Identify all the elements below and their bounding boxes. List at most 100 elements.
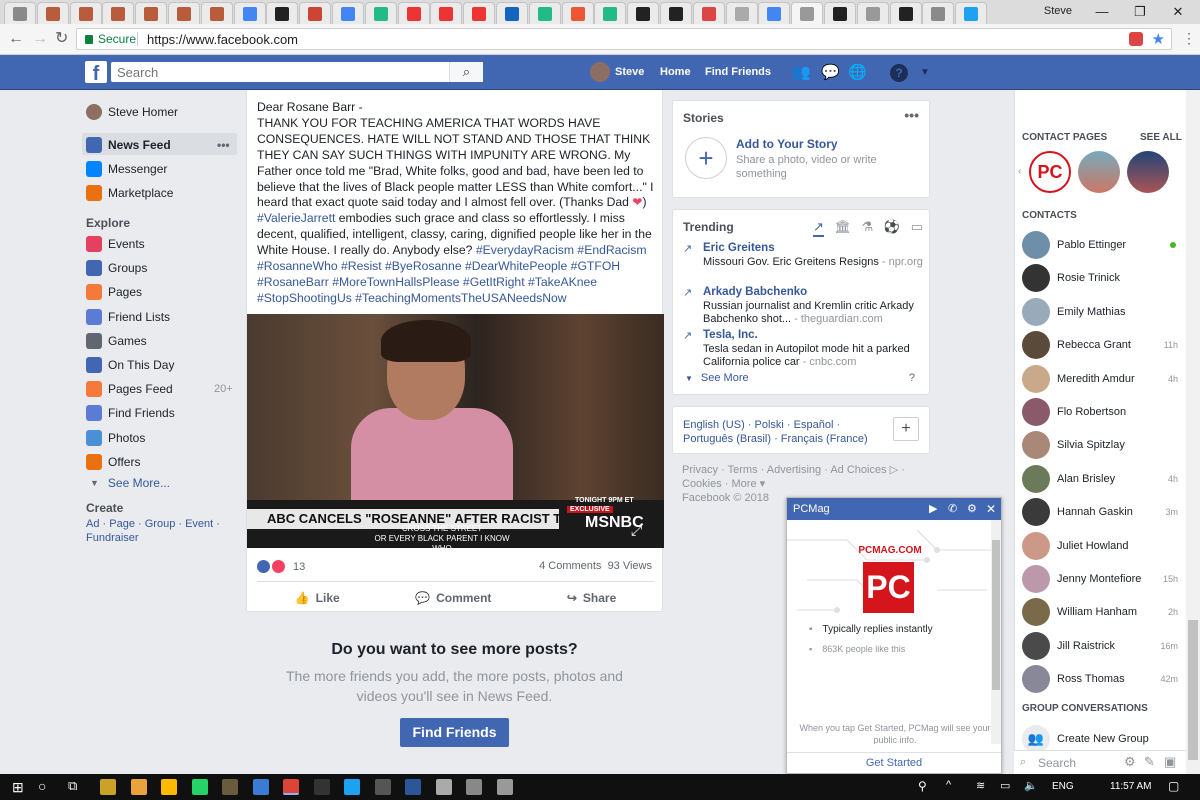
hashtag-link[interactable]: #ValerieJarrett: [257, 211, 335, 225]
find-friends-button[interactable]: Find Friends: [400, 718, 509, 747]
taskbar-app-icon[interactable]: [161, 779, 177, 795]
video-fullscreen-icon[interactable]: ⤢: [631, 522, 642, 539]
search-icon[interactable]: ⌕: [449, 62, 483, 82]
profile-link[interactable]: Steve: [615, 66, 644, 78]
task-view-icon[interactable]: ⧉: [68, 778, 77, 794]
sidebar-item-events[interactable]: Events: [86, 236, 145, 252]
extension-icon[interactable]: [1129, 32, 1143, 46]
taskbar-app-icon[interactable]: [496, 779, 513, 795]
browser-tab[interactable]: [627, 2, 660, 24]
cortana-search-icon[interactable]: ○: [38, 778, 46, 794]
notifications-globe-icon[interactable]: 🌐: [848, 64, 867, 82]
browser-tab[interactable]: [496, 2, 528, 24]
browser-tab[interactable]: [758, 2, 791, 24]
browser-tab[interactable]: [200, 2, 233, 24]
help-icon[interactable]: ?: [890, 64, 908, 82]
browser-tab[interactable]: [791, 2, 824, 24]
pcmag-page-avatar[interactable]: PC: [1029, 151, 1071, 193]
entertainment-icon[interactable]: ▭: [911, 219, 923, 237]
language-line-1[interactable]: English (US) · Polski · Español ·: [683, 419, 840, 431]
browser-tab[interactable]: [594, 2, 627, 24]
wifi-icon[interactable]: ≋: [976, 779, 985, 792]
taskbar-app-icon[interactable]: [222, 779, 238, 795]
taskbar-app-icon[interactable]: [405, 779, 421, 795]
omnibox[interactable]: Secure https://www.facebook.com ★: [76, 28, 1172, 50]
trending-topic[interactable]: Eric Greitens: [683, 242, 923, 256]
taskbar-app-icon[interactable]: [283, 779, 299, 795]
url-text[interactable]: https://www.facebook.com: [147, 32, 298, 47]
home-link[interactable]: Home: [660, 66, 691, 78]
bookmark-star-icon[interactable]: ★: [1152, 30, 1165, 48]
messenger-icon[interactable]: 💬: [821, 64, 840, 82]
taskbar-app-icon[interactable]: [130, 779, 147, 795]
account-menu-chevron-icon[interactable]: ▼: [916, 64, 934, 82]
add-story-link[interactable]: Add to Your Story: [736, 137, 838, 151]
contact-item[interactable]: Pablo Ettinger: [1022, 231, 1178, 259]
browser-tab[interactable]: [692, 2, 725, 24]
create-fundraiser-link[interactable]: Fundraiser: [86, 532, 139, 544]
facebook-logo[interactable]: f: [85, 61, 107, 83]
trending-item[interactable]: ↗ Tesla, Inc. Tesla sedan in Autopilot mod…: [683, 329, 923, 370]
find-friends-link[interactable]: Find Friends: [705, 66, 771, 78]
browser-tab[interactable]: [4, 2, 36, 24]
sidebar-search-input[interactable]: Search: [1038, 756, 1076, 770]
add-language-button[interactable]: +: [893, 417, 919, 441]
browser-tab[interactable]: [528, 2, 561, 24]
browser-tab[interactable]: [561, 2, 594, 24]
phone-icon[interactable]: ✆: [948, 498, 957, 520]
comment-button[interactable]: 💬 Comment: [415, 591, 491, 605]
chat-settings-icon[interactable]: ⚙: [967, 498, 977, 520]
taskbar-app-icon[interactable]: [344, 779, 360, 795]
language-list[interactable]: English (US) · Polski · Español · Portugu…: [683, 418, 868, 446]
trending-see-more[interactable]: ▼ See More: [685, 372, 749, 384]
contact-item[interactable]: William Hanham 2h: [1022, 598, 1178, 627]
contact-item[interactable]: Alan Brisley 4h: [1022, 464, 1178, 493]
chevron-left-icon[interactable]: ‹: [1018, 166, 1021, 177]
sidebar-item-find-friends[interactable]: Find Friends: [86, 405, 175, 422]
taskbar-app-icon[interactable]: [313, 779, 330, 795]
minimize-button[interactable]: —: [1084, 2, 1120, 22]
search-input[interactable]: [111, 62, 483, 82]
contact-page-avatar-2[interactable]: [1078, 151, 1120, 193]
browser-tab[interactable]: [955, 2, 988, 24]
chat-header[interactable]: PCMag ▶ ✆ ⚙ ✕: [787, 498, 1001, 520]
science-icon[interactable]: ⚗: [862, 219, 874, 237]
contact-item[interactable]: Flo Robertson: [1022, 398, 1178, 426]
create-page-link[interactable]: Page: [109, 518, 135, 530]
tray-chevron-icon[interactable]: ^: [946, 779, 951, 791]
browser-tab[interactable]: [725, 2, 758, 24]
chat-scrollbar[interactable]: [991, 520, 1001, 744]
browser-profile-name[interactable]: Steve: [1044, 5, 1072, 17]
stories-more-icon[interactable]: •••: [904, 107, 919, 123]
sidebar-item-offers[interactable]: Offers: [86, 453, 140, 470]
reactions-summary[interactable]: 13: [257, 560, 305, 573]
browser-tab[interactable]: [168, 2, 200, 24]
sidebar-item-pages[interactable]: Pages: [86, 284, 142, 301]
contact-item[interactable]: Meredith Amdur 4h: [1022, 364, 1178, 393]
sidebar-item-friend-lists[interactable]: Friend Lists: [86, 308, 170, 325]
new-message-icon[interactable]: ✎: [1144, 754, 1155, 770]
comments-count[interactable]: 4 Comments: [539, 560, 601, 572]
browser-tab[interactable]: [889, 2, 922, 24]
create-ad-link[interactable]: Ad: [86, 518, 99, 530]
close-icon[interactable]: ✕: [986, 498, 996, 520]
sidebar-item-groups[interactable]: Groups: [86, 260, 147, 277]
news-feed-more-icon[interactable]: •••: [217, 138, 230, 152]
contact-item[interactable]: Silvia Spitzlay: [1022, 431, 1178, 460]
sports-icon[interactable]: ⚽: [884, 219, 900, 237]
browser-tab[interactable]: [135, 2, 168, 24]
avatar[interactable]: [590, 62, 610, 82]
footer-links-1[interactable]: Privacy · Terms · Advertising · Ad Choic…: [682, 463, 905, 477]
volume-icon[interactable]: 🔈: [1024, 779, 1038, 792]
contact-item[interactable]: Ross Thomas 42m: [1022, 665, 1178, 694]
like-button[interactable]: 👍 Like: [295, 591, 340, 605]
politics-icon[interactable]: 🏛: [835, 219, 852, 237]
chat-scroll-thumb[interactable]: [992, 540, 1000, 690]
language-indicator[interactable]: ENG: [1052, 781, 1074, 792]
sidebar-item-messenger[interactable]: Messenger: [86, 161, 167, 177]
reload-icon[interactable]: ↻: [55, 30, 68, 48]
taskbar-app-icon[interactable]: [252, 779, 269, 795]
clock[interactable]: 11:57 AM: [1110, 781, 1152, 792]
user-tray-icon[interactable]: ⚲: [918, 779, 927, 793]
windows-start-icon[interactable]: ⊞: [12, 779, 24, 796]
